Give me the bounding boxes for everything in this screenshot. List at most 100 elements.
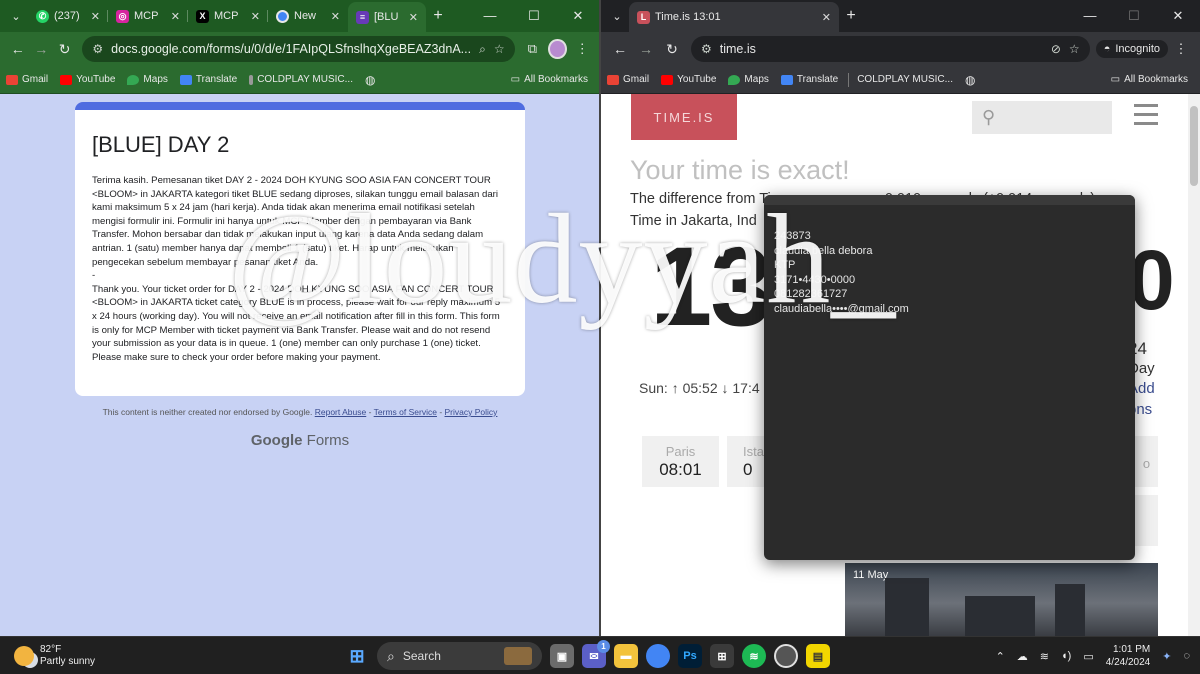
- tab-google-form[interactable]: ≡ [BLU ✕: [348, 2, 426, 32]
- chrome-icon: [276, 9, 289, 23]
- chevron-up-icon[interactable]: ⌃: [996, 650, 1005, 663]
- report-abuse-link[interactable]: Report Abuse: [315, 407, 367, 417]
- bookmark-maps[interactable]: Maps: [127, 74, 168, 85]
- bookmark-star-icon[interactable]: ☆: [1069, 42, 1080, 56]
- site-info-icon[interactable]: ⚙: [92, 42, 103, 56]
- system-tray: ⌃ ☁ ≋ ◖) ▭ 1:01 PM 4/24/2024 ✦ ◌: [996, 637, 1190, 674]
- minimize-icon[interactable]: —: [1068, 8, 1112, 24]
- close-tab-icon[interactable]: ✕: [91, 10, 100, 23]
- translate-icon: [780, 74, 793, 85]
- reload-icon[interactable]: ↻: [659, 41, 685, 58]
- volume-icon[interactable]: ◖): [1061, 650, 1071, 662]
- copilot-icon[interactable]: ✦: [1162, 650, 1171, 663]
- back-icon[interactable]: ←: [607, 41, 633, 57]
- address-bar[interactable]: ⚙ time.is ⊘ ☆: [691, 36, 1090, 62]
- bookmark-gmail[interactable]: Gmail: [6, 74, 48, 85]
- timeis-logo[interactable]: TIME.IS: [631, 94, 737, 140]
- close-window-icon[interactable]: ✕: [1156, 8, 1200, 24]
- page-scrollbar[interactable]: [1188, 94, 1200, 636]
- tab-label: New: [294, 10, 317, 22]
- windows-start-icon[interactable]: ⊞: [345, 644, 369, 668]
- close-tab-icon[interactable]: ✕: [331, 10, 340, 23]
- notifications-icon[interactable]: ◌: [1183, 650, 1190, 662]
- wifi-icon[interactable]: ≋: [1040, 650, 1049, 663]
- google-forms-logo[interactable]: Google Forms: [75, 432, 525, 449]
- search-icon: ⚲: [982, 107, 996, 127]
- bookmark-translate[interactable]: Translate: [780, 74, 838, 85]
- city-clock-istanbul[interactable]: Ista 0: [727, 436, 764, 487]
- new-tab-icon[interactable]: +: [426, 7, 450, 25]
- bookmark-youtube[interactable]: YouTube: [60, 74, 115, 85]
- city-clock-partial-2[interactable]: [1135, 495, 1158, 546]
- address-bar[interactable]: ⚙ docs.google.com/forms/u/0/d/e/1FAIpQLS…: [82, 36, 515, 62]
- city-clock-partial[interactable]: o: [1135, 436, 1158, 487]
- close-window-icon[interactable]: ✕: [556, 8, 600, 24]
- back-icon[interactable]: ←: [6, 41, 29, 57]
- hamburger-menu-icon[interactable]: [1134, 104, 1158, 126]
- microsoft-store-icon[interactable]: ⊞: [710, 644, 734, 668]
- tab-x[interactable]: X MCP ✕: [188, 3, 268, 29]
- bookmark-star-icon[interactable]: ☆: [494, 42, 505, 56]
- close-tab-icon[interactable]: ✕: [251, 10, 260, 23]
- all-bookmarks[interactable]: ▭ All Bookmarks: [1111, 74, 1188, 85]
- timeis-search-box[interactable]: ⚲: [972, 101, 1112, 134]
- menu-dots-icon[interactable]: ⋮: [571, 41, 594, 57]
- bookmark-coldplay[interactable]: COLDPLAY MUSIC...: [249, 74, 353, 85]
- watermark-text: @loudyyah_: [228, 188, 897, 330]
- bookmark-maps[interactable]: Maps: [728, 74, 769, 85]
- taskbar-search[interactable]: ⌕ Search: [377, 642, 542, 670]
- tab-timeis[interactable]: L Time.is 13:01 ✕: [629, 2, 839, 32]
- city-clock-paris[interactable]: Paris 08:01: [642, 436, 719, 487]
- privacy-link[interactable]: Privacy Policy: [445, 407, 498, 417]
- close-tab-icon[interactable]: ✕: [822, 11, 831, 24]
- photoshop-icon[interactable]: Ps: [678, 644, 702, 668]
- tab-instagram[interactable]: ◎ MCP ✕: [108, 3, 188, 29]
- tab-whatsapp[interactable]: ✆ (237) ✕: [28, 3, 108, 29]
- tab-search-dropdown-icon[interactable]: ⌄: [605, 5, 629, 27]
- maximize-icon[interactable]: ☐: [512, 8, 556, 24]
- terms-link[interactable]: Terms of Service: [374, 407, 437, 417]
- bookmark-translate[interactable]: Translate: [179, 74, 237, 85]
- weather-widget[interactable]: 82°F Partly sunny: [14, 644, 154, 668]
- reload-icon[interactable]: ↻: [53, 41, 76, 58]
- url-text: docs.google.com/forms/u/0/d/e/1FAIpQLSfn…: [111, 42, 472, 56]
- spotify-icon[interactable]: ≋: [742, 644, 766, 668]
- incognito-indicator[interactable]: ◓ Incognito: [1095, 40, 1168, 58]
- extensions-icon[interactable]: ⧉: [521, 41, 544, 57]
- cloud-icon[interactable]: ☁: [1017, 650, 1028, 663]
- file-explorer-icon[interactable]: ▬: [614, 644, 638, 668]
- new-tab-icon[interactable]: +: [839, 7, 863, 25]
- bookmark-globe[interactable]: ◍: [365, 73, 375, 87]
- site-info-icon[interactable]: ⚙: [701, 42, 712, 56]
- folder-icon: ▭: [510, 74, 521, 85]
- weather-condition: Partly sunny: [40, 655, 96, 667]
- all-bookmarks[interactable]: ▭ All Bookmarks: [511, 74, 588, 85]
- chat-icon[interactable]: ✉ 1: [582, 640, 610, 668]
- maximize-icon[interactable]: ☐: [1112, 8, 1156, 24]
- system-clock[interactable]: 1:01 PM 4/24/2024: [1106, 643, 1151, 669]
- folder-icon: ▭: [1110, 74, 1121, 85]
- scrollbar-thumb[interactable]: [1190, 106, 1198, 186]
- task-view-icon[interactable]: ▣: [550, 644, 574, 668]
- bookmark-globe[interactable]: ◍: [965, 73, 975, 87]
- bookmark-coldplay[interactable]: COLDPLAY MUSIC...: [857, 74, 953, 85]
- eye-off-icon[interactable]: ⊘: [1051, 42, 1061, 56]
- chrome-incognito-icon[interactable]: [774, 644, 798, 668]
- bookmark-gmail[interactable]: Gmail: [607, 74, 649, 85]
- close-tab-icon[interactable]: ✕: [409, 11, 418, 24]
- timeis-promo-image[interactable]: 11 May: [845, 563, 1158, 636]
- forward-icon[interactable]: →: [633, 41, 659, 57]
- battery-icon[interactable]: ▭: [1083, 650, 1093, 663]
- form-footer: This content is neither created nor endo…: [102, 407, 498, 417]
- close-tab-icon[interactable]: ✕: [171, 10, 180, 23]
- chrome-icon[interactable]: [646, 644, 670, 668]
- menu-dots-icon[interactable]: ⋮: [1168, 41, 1194, 57]
- forward-icon[interactable]: →: [29, 41, 52, 57]
- bookmark-youtube[interactable]: YouTube: [661, 74, 716, 85]
- search-icon[interactable]: ⌕: [479, 42, 486, 57]
- sticky-notes-icon[interactable]: ▤: [806, 644, 830, 668]
- minimize-icon[interactable]: —: [468, 8, 512, 24]
- tab-new[interactable]: New ✕: [268, 3, 348, 29]
- profile-avatar[interactable]: [548, 39, 567, 59]
- tab-search-dropdown-icon[interactable]: ⌄: [4, 5, 28, 27]
